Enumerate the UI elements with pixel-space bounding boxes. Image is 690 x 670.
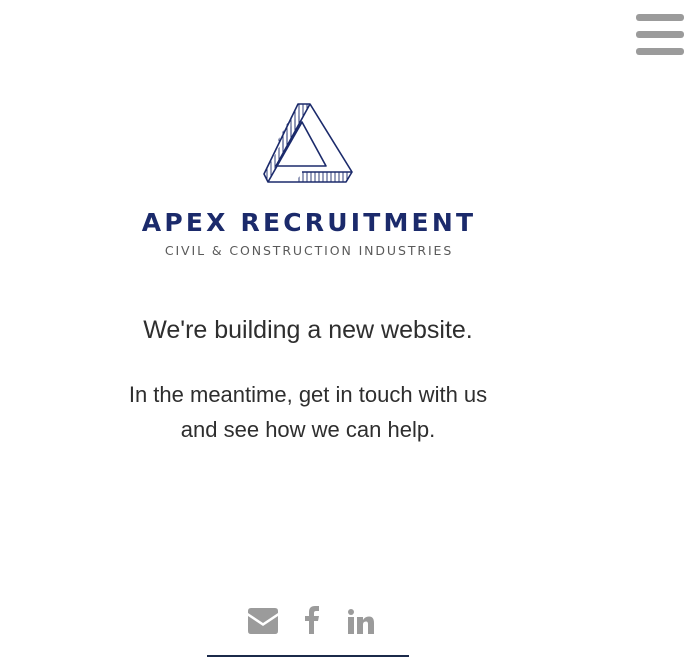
email-link[interactable]	[246, 602, 280, 640]
linkedin-link[interactable]	[346, 602, 376, 640]
footer-divider	[207, 655, 409, 657]
envelope-icon	[248, 608, 278, 634]
menu-bar-middle	[636, 31, 684, 38]
facebook-icon	[305, 606, 319, 634]
hamburger-menu-icon[interactable]	[632, 10, 688, 58]
message-line: and see how we can help.	[180, 417, 436, 442]
linkedin-icon	[348, 609, 374, 634]
menu-bar-top	[636, 14, 684, 21]
page-headline: We're building a new website.	[143, 316, 473, 344]
message-line: In the meantime, get in touch with us	[128, 382, 488, 407]
contact-message: In the meantime, get in touch with us an…	[60, 377, 556, 447]
brand-name: APEX RECRUITMENT	[141, 208, 477, 237]
social-links	[246, 602, 376, 642]
impossible-triangle-logo-icon	[263, 103, 353, 183]
coming-soon-page: APEX RECRUITMENT CIVIL & CONSTRUCTION IN…	[0, 0, 690, 670]
facebook-link[interactable]	[300, 602, 324, 640]
menu-bar-bottom	[636, 48, 684, 55]
brand-tagline: CIVIL & CONSTRUCTION INDUSTRIES	[164, 243, 454, 258]
